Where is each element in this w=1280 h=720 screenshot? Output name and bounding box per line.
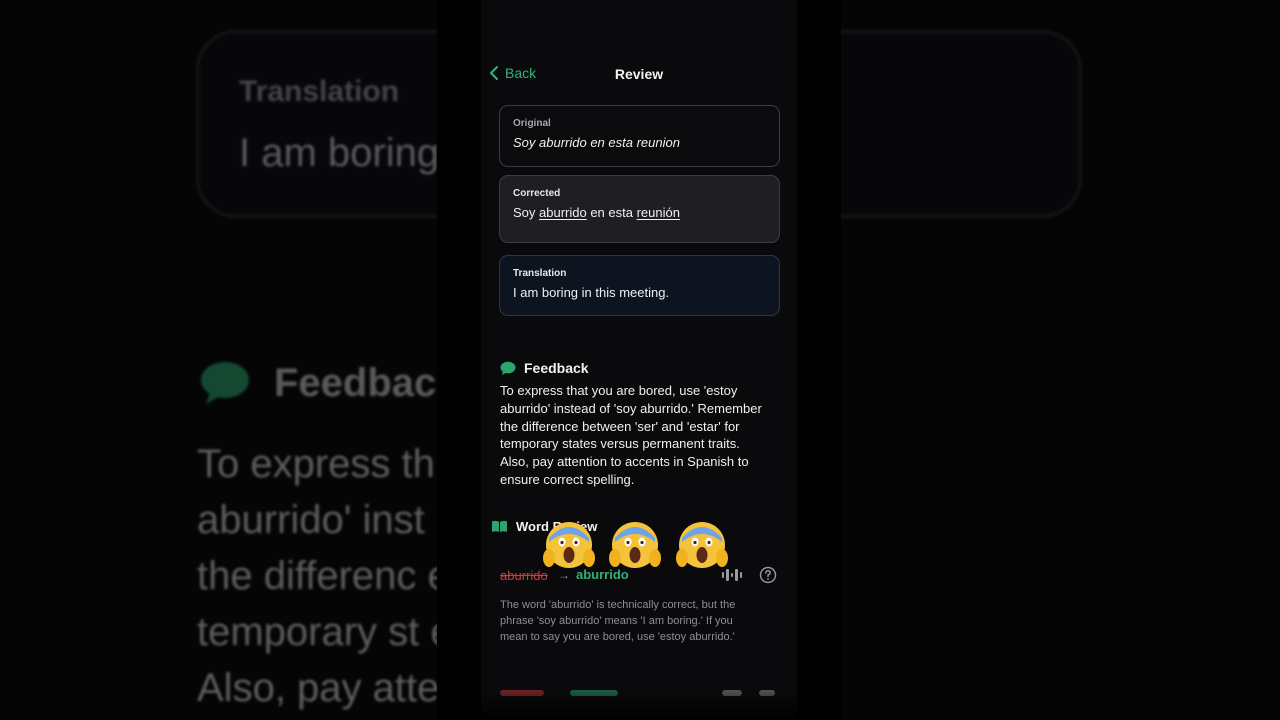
translation-label: Translation <box>513 268 567 279</box>
screaming-face-emoji <box>543 522 595 568</box>
screaming-face-emoji <box>609 522 661 568</box>
translation-card: Translation I am boring in this meeting. <box>499 255 780 316</box>
feedback-title: Feedback <box>524 360 589 376</box>
speech-bubble-icon <box>201 362 249 404</box>
book-icon <box>492 520 507 532</box>
original-card: Original Soy aburrido en esta reunion <box>499 105 780 167</box>
screaming-face-emoji <box>676 522 728 568</box>
backdrop-card-text: I am boring <box>239 131 440 175</box>
screen: Translation I am boring Feedback To expr… <box>0 0 1280 720</box>
backdrop-feedback-heading: Feedback <box>200 360 459 406</box>
corrected-word-highlight[interactable]: reunión <box>637 205 680 220</box>
audio-waveform-icon[interactable] <box>722 568 742 582</box>
incorrect-word: aburrido <box>500 568 548 583</box>
corrected-card: Corrected Soy aburrido en esta reunión <box>499 175 780 243</box>
original-label: Original <box>513 118 551 129</box>
backdrop-card-label: Translation <box>239 75 400 108</box>
corrected-text-part: Soy <box>513 205 540 220</box>
corrected-label: Corrected <box>513 188 561 199</box>
question-circle-icon[interactable] <box>759 566 777 584</box>
bottom-fade <box>437 690 841 720</box>
corrected-word: aburrido <box>576 567 629 582</box>
corrected-word-highlight[interactable]: aburrido <box>539 205 587 220</box>
feedback-body: To express that you are bored, use 'esto… <box>500 383 762 487</box>
speech-bubble-icon <box>500 361 516 375</box>
word-correction-row[interactable]: aburrido → aburrido <box>500 566 778 586</box>
corrected-text-part: en esta <box>586 205 637 220</box>
feedback-heading: Feedback <box>500 360 589 376</box>
original-text: Soy aburrido en esta reunion <box>513 135 680 150</box>
page-title: Review <box>614 66 664 82</box>
translation-text: I am boring in this meeting. <box>513 285 670 300</box>
word-explanation: The word 'aburrido' is technically corre… <box>500 599 736 643</box>
arrow-right-icon: → <box>558 568 570 582</box>
navigation-bar: Back Review <box>437 60 841 90</box>
backdrop-feedback-title: Feedback <box>274 360 459 405</box>
phone-screen: Back Review Original Soy aburrido en est… <box>437 0 841 720</box>
corrected-text: Soy aburrido en esta reunión <box>513 205 766 220</box>
